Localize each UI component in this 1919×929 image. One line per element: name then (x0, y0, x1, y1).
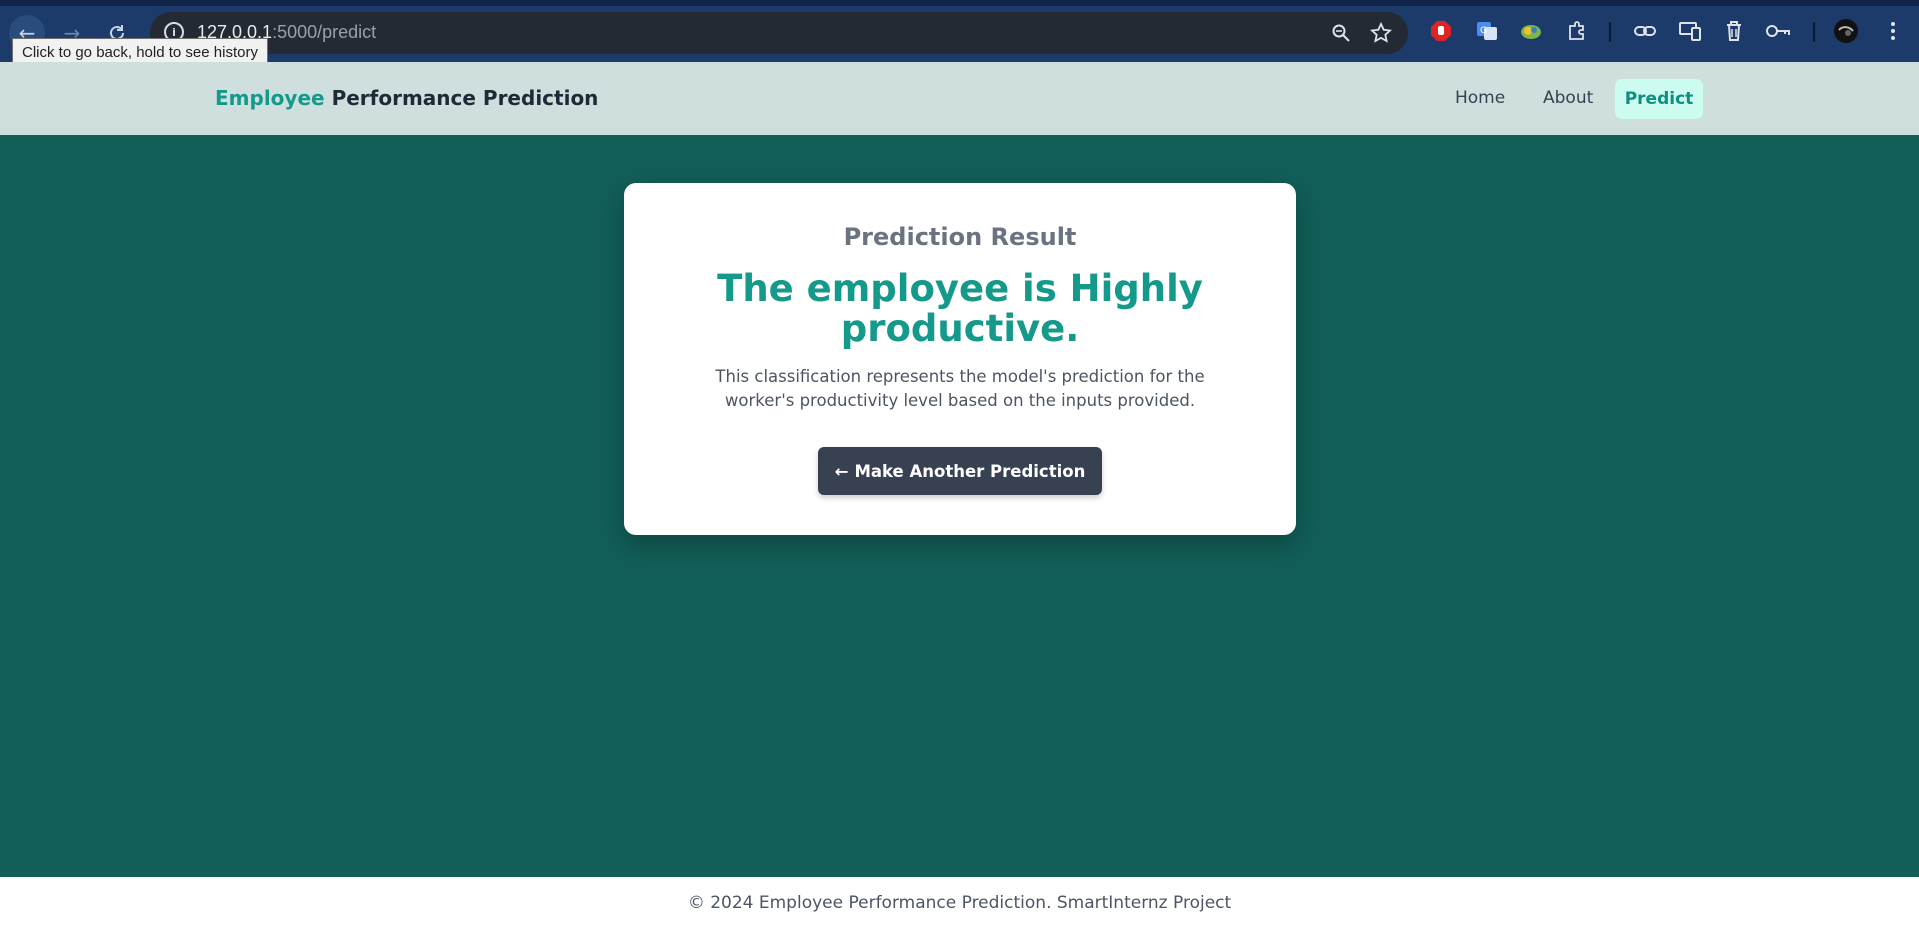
nav-predict[interactable]: Predict (1615, 79, 1703, 119)
result-description: This classification represents the model… (715, 367, 1205, 410)
more-menu-icon[interactable] (1880, 18, 1906, 44)
bookmark-star-icon[interactable] (1368, 20, 1394, 46)
translate-extension-icon[interactable]: G (1474, 18, 1500, 44)
adblock-extension-icon[interactable] (1428, 18, 1454, 44)
password-key-icon[interactable] (1765, 18, 1791, 44)
tab-strip (0, 0, 1919, 6)
extensions-puzzle-icon[interactable] (1564, 18, 1590, 44)
zoom-icon[interactable] (1328, 20, 1354, 46)
site-footer: © 2024 Employee Performance Prediction. … (0, 877, 1919, 929)
browser-toolbar: ← → i 127.0.0.1:5000/predict G Click to … (0, 0, 1919, 68)
brand-accent-text: Employee (215, 86, 325, 110)
nav-about[interactable]: About (1543, 88, 1593, 108)
prediction-result-text: The employee is Highly productive. (717, 267, 1203, 350)
url-path: :5000/predict (272, 22, 377, 42)
result-card-title: Prediction Result (843, 223, 1077, 251)
make-another-prediction-button[interactable]: ← Make Another Prediction (818, 447, 1102, 495)
trash-icon[interactable] (1721, 18, 1747, 44)
main-content: Prediction Result The employee is Highly… (0, 135, 1919, 877)
profile-avatar[interactable] (1833, 18, 1859, 44)
button-label: Make Another Prediction (854, 461, 1086, 481)
site-header: Employee Performance Prediction Home Abo… (0, 62, 1919, 135)
toolbar-divider (1609, 22, 1611, 42)
nav-home[interactable]: Home (1455, 88, 1505, 108)
colorful-extension-icon[interactable] (1518, 18, 1544, 44)
brand-rest-text: Performance Prediction (331, 86, 599, 110)
arrow-left-icon: ← (834, 461, 849, 481)
device-icon[interactable] (1677, 18, 1703, 44)
footer-copyright: © 2024 Employee Performance Prediction. … (687, 893, 1232, 913)
svg-text:G: G (1480, 26, 1487, 36)
toolbar-divider (1813, 22, 1815, 42)
link-icon[interactable] (1632, 18, 1658, 44)
address-bar[interactable]: i 127.0.0.1:5000/predict (150, 12, 1408, 54)
brand-logo[interactable]: Employee Performance Prediction (215, 86, 598, 110)
result-card: Prediction Result The employee is Highly… (624, 183, 1296, 535)
